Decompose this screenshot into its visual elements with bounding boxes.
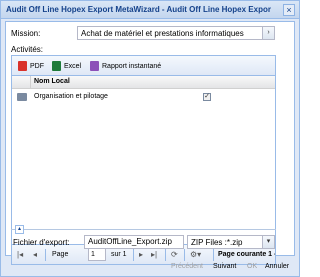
mission-value: Achat de matériel et prestations informa… — [81, 29, 244, 38]
pdf-label: PDF — [30, 62, 44, 70]
excel-button[interactable]: Excel — [52, 60, 81, 72]
cancel-button[interactable]: Annuler — [265, 263, 289, 270]
grid-toolbar: PDF Excel Rapport instantané — [12, 56, 275, 76]
table-row[interactable]: Organisation et pilotage ✓ — [12, 90, 275, 104]
row-checkbox[interactable]: ✓ — [203, 93, 211, 101]
activites-label: Activités: — [11, 45, 44, 54]
excel-icon — [52, 61, 61, 71]
report-icon — [90, 61, 99, 71]
column-header-nom-local[interactable]: Nom Local — [34, 78, 70, 85]
export-filename-input[interactable]: AuditOffLine_Export.zip — [84, 235, 184, 249]
column-separator — [30, 76, 31, 89]
collapse-icon[interactable]: ▴ — [15, 225, 24, 234]
fieldset-divider — [11, 229, 276, 230]
mission-label: Mission: — [11, 29, 41, 38]
export-format-select[interactable]: ZIP Files :*.zip ▾ — [187, 235, 275, 249]
activity-icon — [17, 93, 27, 101]
mission-combo[interactable]: Achat de matériel et prestations informa… — [77, 26, 275, 40]
chevron-right-icon[interactable]: › — [262, 27, 274, 39]
window-title: Audit Off Line Hopex Export MetaWizard -… — [6, 5, 271, 14]
dialog-footer: Précédent Suivant OK Annuler — [1, 259, 299, 277]
previous-button[interactable]: Précédent — [171, 263, 203, 270]
activites-grid: PDF Excel Rapport instantané Nom Local O… — [11, 55, 276, 265]
close-icon[interactable]: × — [283, 4, 295, 16]
next-button[interactable]: Suivant — [213, 263, 236, 270]
pdf-icon — [18, 61, 27, 71]
excel-label: Excel — [64, 62, 82, 70]
paging-info: Page courante 1 - 1 s — [218, 251, 275, 258]
report-button[interactable]: Rapport instantané — [90, 60, 161, 72]
chevron-down-icon[interactable]: ▾ — [262, 236, 274, 248]
report-label: Rapport instantané — [102, 62, 162, 70]
page-label: Page — [52, 251, 69, 258]
grid-header: Nom Local — [12, 76, 275, 89]
title-bar[interactable]: Audit Off Line Hopex Export MetaWizard -… — [1, 1, 299, 19]
export-format-value: ZIP Files :*.zip — [191, 238, 243, 247]
pdf-button[interactable]: PDF — [18, 60, 44, 72]
export-label: Fichier d'export: — [13, 238, 70, 247]
ok-button[interactable]: OK — [247, 263, 257, 270]
row-label: Organisation et pilotage — [34, 93, 108, 100]
page-of-label: sur 1 — [111, 251, 127, 258]
dialog-window: Audit Off Line Hopex Export MetaWizard -… — [0, 0, 300, 277]
